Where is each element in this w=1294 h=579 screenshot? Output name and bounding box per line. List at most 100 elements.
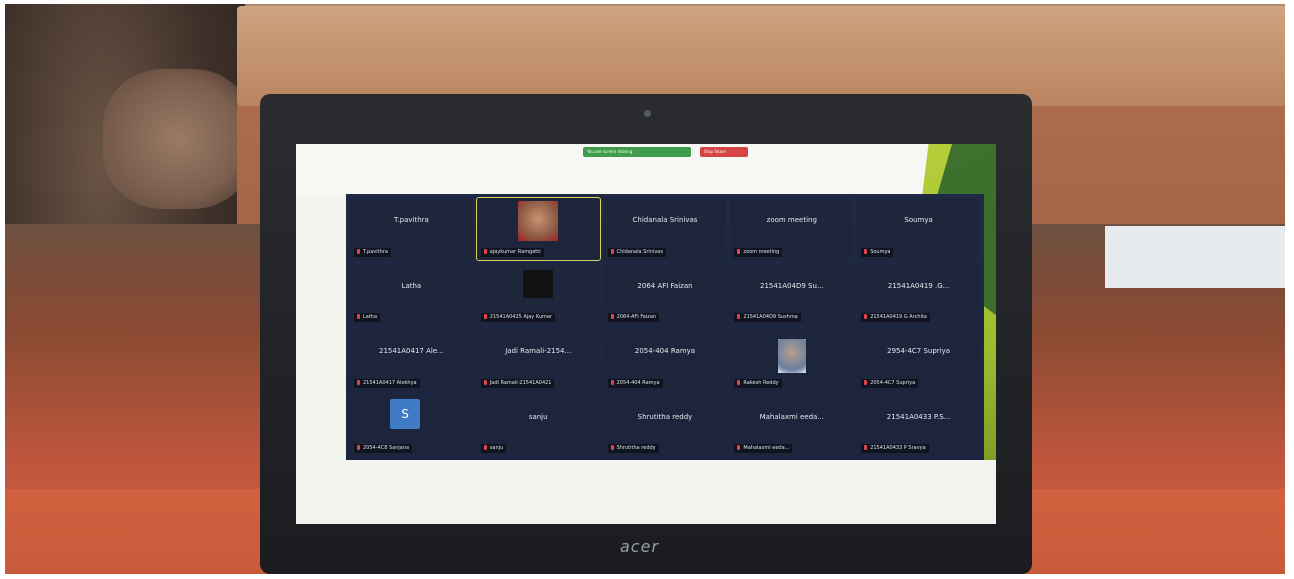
mic-muted-icon (737, 248, 741, 254)
mic-muted-icon (483, 379, 487, 385)
laptop: You are screen sharing Stop Share T.pavi… (260, 94, 1032, 574)
participant-label-text: Soumya (870, 248, 891, 255)
mic-muted-icon (357, 248, 360, 254)
participant-tile[interactable]: 21541A0425 Ajay Kumar (476, 263, 600, 325)
participant-label-text: Shrutitha reddy (616, 445, 656, 451)
avatar: S (390, 398, 420, 429)
participant-name: Shrutitha reddy (637, 412, 693, 421)
participant-name: Mahalaxmi eeda... (759, 412, 825, 421)
participant-label-text: 21541A0419 G Archita (870, 314, 927, 320)
participant-label: 21541A0433 P Sravya (861, 444, 929, 453)
participant-label: Rakesh Reddy (734, 378, 782, 388)
slide-bottom-area (296, 460, 996, 524)
participant-tile[interactable]: Latha Latha (350, 263, 473, 325)
background-bag (103, 69, 253, 209)
participant-name: 2064 AFI Faizan (637, 281, 693, 290)
mic-muted-icon (357, 314, 360, 319)
participant-label: 2054-404 Ramya (607, 378, 663, 388)
participant-name: Jadi Ramali-2154... (505, 347, 572, 356)
participant-label: Latha (354, 313, 381, 322)
participant-label-text: ajaykumar Ramgatti (489, 248, 541, 255)
mic-muted-icon (610, 248, 614, 254)
participant-label: Jadi Ramali-21541A0421 (480, 378, 555, 388)
participant-grid: T.pavithra T.pavithra ajaykumar Ramgatti Ch… (350, 197, 980, 456)
participant-name: sanju (528, 412, 548, 421)
participant-label-text: 21541A04D9 Sushma (743, 314, 798, 320)
participant-label: 21541A0419 G Archita (861, 313, 930, 322)
participant-logo-image (523, 269, 554, 298)
participant-label-text: zoom meeting (743, 248, 780, 255)
participant-tile[interactable]: zoom meeting zoom meeting (730, 198, 854, 260)
participant-name: 2054-404 Ramya (634, 347, 696, 356)
participant-label-text: 21541A0417 Alekhya (363, 379, 417, 386)
participant-tile[interactable]: Jadi Ramali-2154... Jadi Ramali-21541A042… (476, 329, 600, 391)
participant-label-text: Mahalaxmi eeda... (743, 445, 790, 451)
participant-label: 21541A0425 Ajay Kumar (480, 313, 556, 322)
participant-label: zoom meeting (734, 247, 783, 257)
participant-label-text: 2054-4C7 Supriya (870, 379, 916, 386)
mic-muted-icon (864, 379, 868, 385)
mic-muted-icon (864, 314, 868, 319)
mic-muted-icon (864, 248, 868, 254)
participant-video (777, 339, 806, 373)
webcam-icon (644, 110, 651, 117)
participant-tile[interactable]: 2954-4C7 Supriya 2054-4C7 Supriya (857, 329, 980, 391)
participant-tile[interactable]: 21541A0419 .G... 21541A0419 G Archita (857, 263, 980, 325)
participant-label-text: 21541A0433 P Sravya (870, 445, 926, 451)
participant-tile[interactable]: Rakesh Reddy (730, 329, 854, 391)
participant-tile[interactable]: sanju sanju (476, 394, 600, 456)
participant-name: zoom meeting (766, 216, 817, 225)
stop-share-button[interactable]: Stop Share (700, 147, 748, 157)
zoom-gallery-window: T.pavithra T.pavithra ajaykumar Ramgatti Ch… (346, 194, 984, 460)
participant-tile[interactable]: Soumya Soumya (857, 198, 980, 260)
screen-share-status[interactable]: You are screen sharing (583, 147, 691, 157)
participant-label: Soumya (861, 247, 894, 257)
mic-muted-icon (483, 445, 487, 450)
mic-muted-icon (357, 445, 360, 450)
participant-video (518, 201, 559, 241)
mic-muted-icon (483, 248, 487, 254)
mic-muted-icon (610, 314, 614, 319)
participant-name: 2954-4C7 Supriya (887, 347, 951, 356)
participant-label: Shrutitha reddy (607, 444, 659, 453)
participant-label: Chidanala Srinivas (607, 247, 666, 257)
white-box (1105, 226, 1285, 288)
participant-tile[interactable]: 21541A0417 Ale... 21541A0417 Alekhya (350, 329, 473, 391)
photo-scene: You are screen sharing Stop Share T.pavi… (5, 4, 1285, 574)
participant-label-text: Jadi Ramali-21541A0421 (489, 379, 552, 386)
participant-label: T.pavithra (354, 247, 391, 257)
mic-muted-icon (737, 445, 741, 450)
participant-name: 21541A0417 Ale... (378, 347, 444, 356)
participant-tile[interactable]: Chidanala Srinivas Chidanala Srinivas (603, 198, 727, 260)
participant-name: Chidanala Srinivas (632, 216, 698, 225)
participant-tile[interactable]: 21541A04D9 Su... 21541A04D9 Sushma (730, 263, 854, 325)
participant-label: 2064-AFI Faizan (607, 313, 660, 322)
participant-name: 21541A0419 .G... (887, 281, 950, 290)
participant-label-text: sanju (489, 445, 504, 451)
laptop-brand: acer (620, 537, 660, 556)
mic-muted-icon (737, 314, 741, 319)
participant-label: Mahalaxmi eeda... (734, 444, 793, 453)
participant-label-text: 21541A0425 Ajay Kumar (489, 314, 553, 320)
mic-muted-icon (610, 445, 614, 450)
participant-name: Latha (401, 281, 422, 290)
participant-tile[interactable]: Shrutitha reddy Shrutitha reddy (603, 394, 727, 456)
mic-muted-icon (610, 379, 614, 385)
participant-label-text: 2054-4C8 Sanjana (363, 445, 410, 451)
participant-tile[interactable]: T.pavithra T.pavithra (350, 198, 473, 260)
mic-muted-icon (483, 314, 487, 319)
participant-label-text: T.pavithra (363, 248, 388, 255)
mic-muted-icon (737, 379, 741, 385)
participant-tile[interactable]: S 2054-4C8 Sanjana (350, 394, 473, 456)
participant-label-text: Chidanala Srinivas (616, 248, 663, 255)
participant-tile[interactable]: 2064 AFI Faizan 2064-AFI Faizan (603, 263, 727, 325)
participant-label: 2054-4C7 Supriya (861, 378, 919, 388)
participant-tile[interactable]: 21541A0433 P.S... 21541A0433 P Sravya (857, 394, 980, 456)
participant-label-text: 2064-AFI Faizan (616, 314, 657, 320)
participant-name: 21541A0433 P.S... (886, 412, 951, 421)
participant-name: T.pavithra (393, 216, 429, 225)
participant-tile[interactable]: ajaykumar Ramgatti (475, 197, 601, 261)
participant-tile[interactable]: 2054-404 Ramya 2054-404 Ramya (603, 329, 727, 391)
participant-tile[interactable]: Mahalaxmi eeda... Mahalaxmi eeda... (730, 394, 854, 456)
bench-top (237, 6, 1285, 106)
